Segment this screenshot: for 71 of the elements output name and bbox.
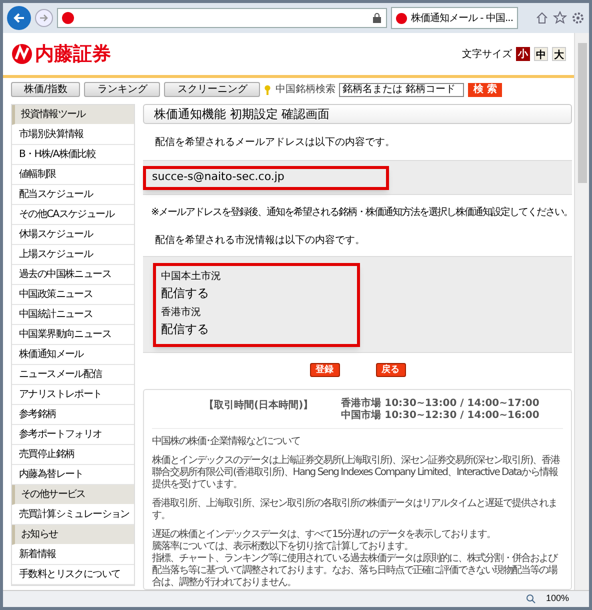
search-label: 中国銘柄検索 — [275, 82, 336, 97]
notice-text: 株価とインデックスのデータは上海証券交易所(上海取引所)、深セン証券交易所(深セン取引所)、香港聯合交易所有限公司(香港取引所)、Hang Seng Indexes Company Limited、Interactive Dataから情報提供を受けています。 — [152, 455, 561, 491]
lock-icon — [372, 13, 382, 23]
font-size-button[interactable]: 大 — [552, 47, 566, 61]
note-text: ※メールアドレスを登録後、通知を希望される銘柄・株価通知方法を選択し株価通知設定してください。 — [150, 206, 572, 220]
tab-title: 株価通知メール - 中国... — [411, 12, 514, 26]
action-button[interactable]: 登録 — [310, 363, 340, 377]
notice-text: 香港取引所、上海取引所、深セン取引所の各取引所の株価データはリアルタイムと遅延で提供されます。 — [152, 498, 558, 522]
site-icon — [396, 12, 407, 24]
sidebar-item[interactable]: 売買停止銘柄 — [12, 445, 134, 465]
market-name: 中国本土市況 — [161, 270, 222, 284]
star-icon[interactable] — [553, 11, 567, 25]
sidebar-item[interactable]: 市場別決算情報 — [12, 125, 134, 145]
market-status: 配信する — [161, 320, 210, 338]
font-size-button[interactable]: 小 — [516, 47, 530, 61]
browser-tab[interactable]: 株価通知メール - 中国... — [391, 7, 518, 29]
nav-button[interactable]: 株価/指数 — [11, 82, 80, 97]
trading-hours-text: 中国市場 10:30~12:30 / 14:00~16:00 — [341, 410, 540, 422]
notice-text: 遅延の株価とインデックスデータは、すべて15分遅れのデータを表示しております。 — [152, 529, 497, 540]
sidebar-item[interactable]: 株価通知メール — [12, 345, 134, 365]
notice-text: 中国株の株価･企業情報などについて — [152, 436, 301, 448]
sidebar-item[interactable]: アナリストレポート — [12, 385, 134, 405]
key-icon — [264, 84, 272, 94]
sidebar-item[interactable]: 中国業界動向ニュース — [12, 325, 134, 345]
sidebar-item[interactable]: その他CAスケジュール — [12, 205, 134, 225]
sidebar-item[interactable]: ニュースメール配信 — [12, 365, 134, 385]
market-intro: 配信を希望される市況情報は以下の内容です。 — [154, 234, 366, 248]
forward-button[interactable] — [35, 9, 53, 27]
sidebar-item[interactable]: 値幅制限 — [12, 165, 134, 185]
sidebar-item[interactable]: 参考銘柄 — [12, 405, 134, 425]
forward-arrow-icon — [39, 13, 49, 23]
site-icon — [62, 12, 74, 24]
notice-text: 騰落率については、表示桁数以下を切り捨て計算しております。 — [152, 541, 414, 552]
page-title: 株価通知機能 初期設定 確認画面 — [143, 104, 572, 124]
sidebar-heading: お知らせ — [12, 525, 134, 545]
trading-hours-label: 【取引時間(日本時間)】 — [204, 398, 314, 413]
nav-button[interactable]: ランキング — [84, 82, 160, 97]
market-status: 配信する — [161, 284, 210, 302]
font-size-button[interactable]: 中 — [534, 47, 548, 61]
action-button[interactable]: 戻る — [376, 363, 406, 377]
search-button[interactable]: 検 索 — [468, 82, 502, 96]
sidebar-item[interactable]: B・H株/A株価比較 — [12, 145, 134, 165]
zoom-icon — [526, 594, 536, 604]
logo-icon — [11, 43, 33, 65]
address-bar[interactable] — [57, 8, 387, 28]
home-icon[interactable] — [535, 11, 549, 25]
back-arrow-icon — [12, 11, 26, 25]
nav-button[interactable]: スクリーニング — [164, 82, 260, 97]
zoom-level[interactable]: 100% — [546, 592, 569, 606]
notice-text: 指標、チャート、ランキング等に使用されている過去株価データは原則的に、株式分割・併合および配当落ち等に基づいて調整されております。なお、落ち日時点で正確に評価できない現物配当等の場合は、調整が行われておりません。 — [152, 553, 558, 589]
logo-text: 内藤証券 — [35, 42, 111, 67]
settings-icon[interactable] — [571, 11, 585, 25]
sidebar-item[interactable]: 休場スケジュール — [12, 225, 134, 245]
sidebar-item[interactable]: 中国政策ニュース — [12, 285, 134, 305]
back-button[interactable] — [7, 6, 31, 30]
sidebar-item[interactable]: 新着情報 — [12, 545, 134, 565]
font-size-label: 文字サイズ — [462, 48, 512, 62]
sidebar-item[interactable]: 上場スケジュール — [12, 245, 134, 265]
scrollbar[interactable] — [574, 33, 589, 590]
sidebar-item[interactable]: 手数料とリスクについて — [12, 565, 134, 585]
sidebar-heading: 投資情報ツール — [12, 105, 134, 125]
email-intro: 配信を希望されるメールアドレスは以下の内容です。 — [154, 136, 396, 150]
market-name: 香港市況 — [161, 306, 202, 320]
trading-hours-text: 香港市場 10:30~13:00 / 14:00~17:00 — [341, 398, 540, 409]
sidebar-heading: その他サービス — [12, 485, 134, 505]
sidebar-item[interactable]: 過去の中国株ニュース — [12, 265, 134, 285]
sidebar-item[interactable]: 中国統計ニュース — [12, 305, 134, 325]
sidebar-item[interactable]: 参考ポートフォリオ — [12, 425, 134, 445]
search-field[interactable]: 銘柄名または 銘柄コード — [339, 82, 464, 96]
sidebar-item[interactable]: 配当スケジュール — [12, 185, 134, 205]
email-value: succe-s@naito-sec.co.jp — [143, 166, 389, 190]
